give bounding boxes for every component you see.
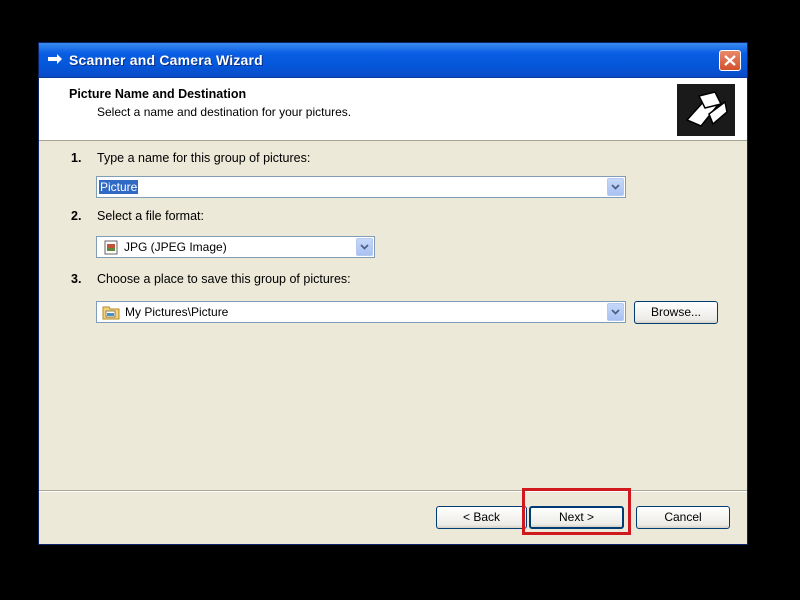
- save-location-combobox[interactable]: My Pictures\Picture: [96, 301, 626, 323]
- title-bar[interactable]: Scanner and Camera Wizard: [39, 43, 747, 78]
- step-2-label: Select a file format:: [97, 209, 204, 223]
- wizard-window: Scanner and Camera Wizard Picture Name a…: [38, 42, 748, 545]
- file-format-select[interactable]: JPG (JPEG Image): [96, 236, 375, 258]
- folder-icon: [102, 306, 120, 320]
- chevron-down-icon: [360, 244, 369, 250]
- step-2: 2. Select a file format:: [71, 209, 204, 223]
- group-name-combobox[interactable]: Picture: [96, 176, 626, 198]
- group-name-dropdown-button[interactable]: [607, 178, 624, 196]
- save-location-value: My Pictures\Picture: [125, 305, 229, 319]
- back-button[interactable]: < Back: [436, 506, 527, 529]
- step-2-number: 2.: [71, 209, 82, 223]
- page-subtitle: Select a name and destination for your p…: [97, 105, 352, 119]
- page-title: Picture Name and Destination: [69, 87, 247, 101]
- step-1-number: 1.: [71, 151, 82, 165]
- wizard-camera-icon: [677, 84, 735, 136]
- footer-divider: [39, 490, 747, 492]
- save-location-dropdown-button[interactable]: [607, 303, 624, 321]
- close-icon: [724, 55, 736, 66]
- chevron-down-icon: [611, 309, 620, 315]
- group-name-input[interactable]: Picture: [99, 180, 139, 194]
- wizard-header: Picture Name and Destination Select a na…: [39, 78, 747, 141]
- step-1-label: Type a name for this group of pictures:: [97, 151, 311, 165]
- file-format-value: JPG (JPEG Image): [124, 240, 227, 254]
- cancel-button[interactable]: Cancel: [636, 506, 730, 529]
- step-3-number: 3.: [71, 272, 82, 286]
- window-title: Scanner and Camera Wizard: [69, 52, 263, 68]
- browse-button[interactable]: Browse...: [634, 301, 718, 324]
- image-file-icon: [104, 240, 118, 255]
- chevron-down-icon: [611, 184, 620, 190]
- next-button-highlight: [522, 488, 631, 535]
- close-button[interactable]: [719, 50, 741, 71]
- step-1: 1. Type a name for this group of pictures…: [71, 151, 310, 165]
- scanner-arrow-icon: [48, 54, 62, 64]
- step-3-label: Choose a place to save this group of pic…: [97, 272, 351, 286]
- file-format-dropdown-button[interactable]: [356, 238, 373, 256]
- step-3: 3. Choose a place to save this group of p…: [71, 272, 351, 286]
